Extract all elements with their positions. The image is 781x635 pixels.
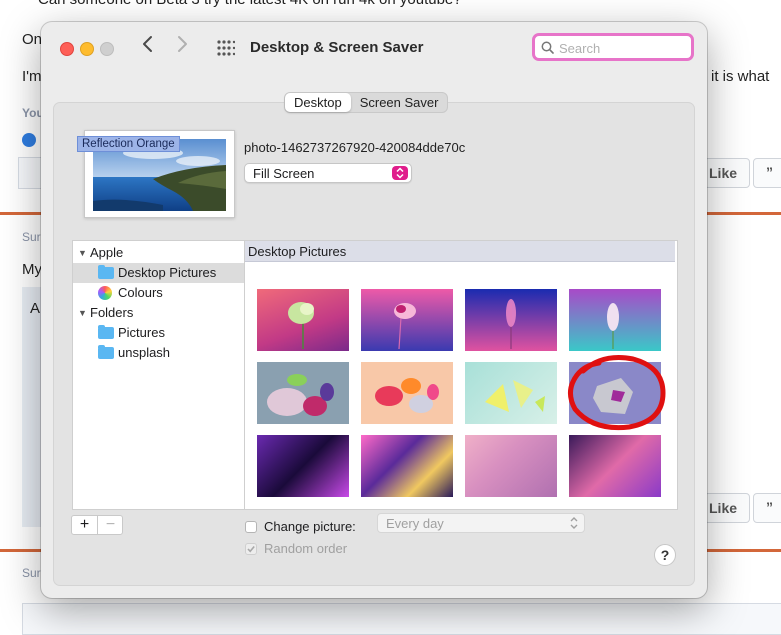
sidebar-item-desktop-pictures[interactable]: Desktop Pictures [73,263,245,283]
minimize-button[interactable] [80,42,94,56]
change-interval-popup[interactable]: Every day [377,513,585,533]
bg-post-text: On [22,31,43,48]
highlight-circle-annotation [568,355,666,431]
fill-mode-value: Fill Screen [253,166,315,181]
search-input[interactable] [559,39,685,57]
bg-post-text: My [22,261,42,278]
wallpaper-gallery: Desktop Pictures [244,240,678,510]
sidebar-item-unsplash[interactable]: unsplash [73,343,245,363]
quote-icon: ” [766,164,773,180]
wallpaper-thumbnail[interactable] [257,435,349,497]
show-all-grid-icon[interactable] [217,40,236,56]
quote-button[interactable]: ” [753,158,781,188]
random-order-checkbox[interactable] [245,543,257,555]
like-label: Like [709,165,738,181]
interval-value: Every day [386,516,444,531]
wallpaper-thumbnail[interactable] [569,435,661,497]
bg-quote-box [22,287,42,527]
gallery-header: Desktop Pictures [245,241,675,262]
wallpaper-thumbnail[interactable] [569,289,661,351]
wallpaper-thumbnail[interactable] [465,362,557,424]
search-field[interactable] [532,33,694,61]
search-icon [541,41,554,57]
flower-illustration [288,302,314,349]
wallpaper-thumbnail[interactable] [257,362,349,424]
reaction-icon [22,133,36,147]
abstract-shapes-illustration [375,378,439,413]
tab-desktop[interactable]: Desktop [285,93,351,112]
help-button[interactable]: ? [654,544,676,566]
colour-wheel-icon [98,286,112,300]
wallpaper-thumbnail[interactable] [361,362,453,424]
bg-post-text: it is what [711,68,770,85]
sidebar-item-label: Pictures [118,325,165,340]
back-arrow-icon[interactable] [141,34,153,58]
folder-icon [98,265,114,279]
sidebar-group-apple[interactable]: ▼ Apple [73,243,245,263]
sidebar-group-folders[interactable]: ▼ Folders [73,303,245,323]
wallpaper-filename: photo-1462737267920-420084dde70c [244,140,466,155]
window-title: Desktop & Screen Saver [250,39,424,56]
source-sidebar: ▼ Apple Desktop Pictures Colours ▼ Folde… [72,240,246,510]
random-order-label: Random order [264,541,348,556]
bg-post-line: Can someone on Beta 3 try the latest 4K … [38,0,462,8]
wallpaper-thumbnail[interactable] [465,435,557,497]
zoom-button[interactable] [100,42,114,56]
sidebar-item-label: Desktop Pictures [118,265,217,280]
wallpaper-thumbnail[interactable] [257,289,349,351]
flower-illustration [394,303,416,350]
desktop-screen-saver-window: Desktop & Screen Saver Desktop Screen Sa… [41,22,707,598]
change-picture-checkbox[interactable] [245,521,257,533]
bg-post-text: Sur [22,230,41,244]
flower-illustration [607,303,619,349]
close-button[interactable] [60,42,74,56]
sidebar-group-label: Folders [90,305,134,320]
wallpaper-thumbnail[interactable] [465,289,557,351]
forward-arrow-icon[interactable] [177,34,189,58]
checkmark-icon [247,545,255,553]
abstract-shapes-illustration [267,374,334,416]
quote-icon: ” [766,499,773,515]
quote-button[interactable]: ” [753,493,781,523]
fill-mode-popup[interactable]: Fill Screen [244,163,412,183]
like-button[interactable]: Like [704,493,750,523]
disclosure-triangle-icon[interactable]: ▼ [78,303,87,323]
add-remove-buttons: + − [71,515,123,535]
bg-post-text: Sur [22,566,41,580]
preview-label: Reflection Orange [77,136,180,152]
bg-post-text: I'm [22,68,42,85]
remove-folder-button[interactable]: − [98,516,123,534]
sidebar-item-label: Colours [118,285,163,300]
flower-illustration [506,299,516,349]
abstract-shapes-illustration [485,380,545,412]
tab-control: Desktop Screen Saver [284,92,449,113]
sidebar-item-label: unsplash [118,345,171,360]
chevron-updown-icon [568,515,580,534]
bg-post-text: A [30,300,41,317]
folder-icon [98,345,114,359]
title-bar: Desktop & Screen Saver [41,22,707,74]
like-label: Like [709,500,738,516]
wallpaper-thumbnail[interactable] [361,289,453,351]
sidebar-item-colours[interactable]: Colours [73,283,245,303]
chevron-updown-icon [392,166,408,180]
like-button[interactable]: Like [704,158,750,188]
wallpaper-thumbnail[interactable] [361,435,453,497]
tab-screen-saver[interactable]: Screen Saver [351,93,448,112]
bg-card [22,603,781,635]
sidebar-group-label: Apple [90,245,124,260]
sidebar-item-pictures[interactable]: Pictures [73,323,245,343]
folder-icon [98,325,114,339]
disclosure-triangle-icon[interactable]: ▼ [78,243,87,263]
change-picture-label: Change picture: [264,519,356,534]
add-folder-button[interactable]: + [72,516,98,534]
